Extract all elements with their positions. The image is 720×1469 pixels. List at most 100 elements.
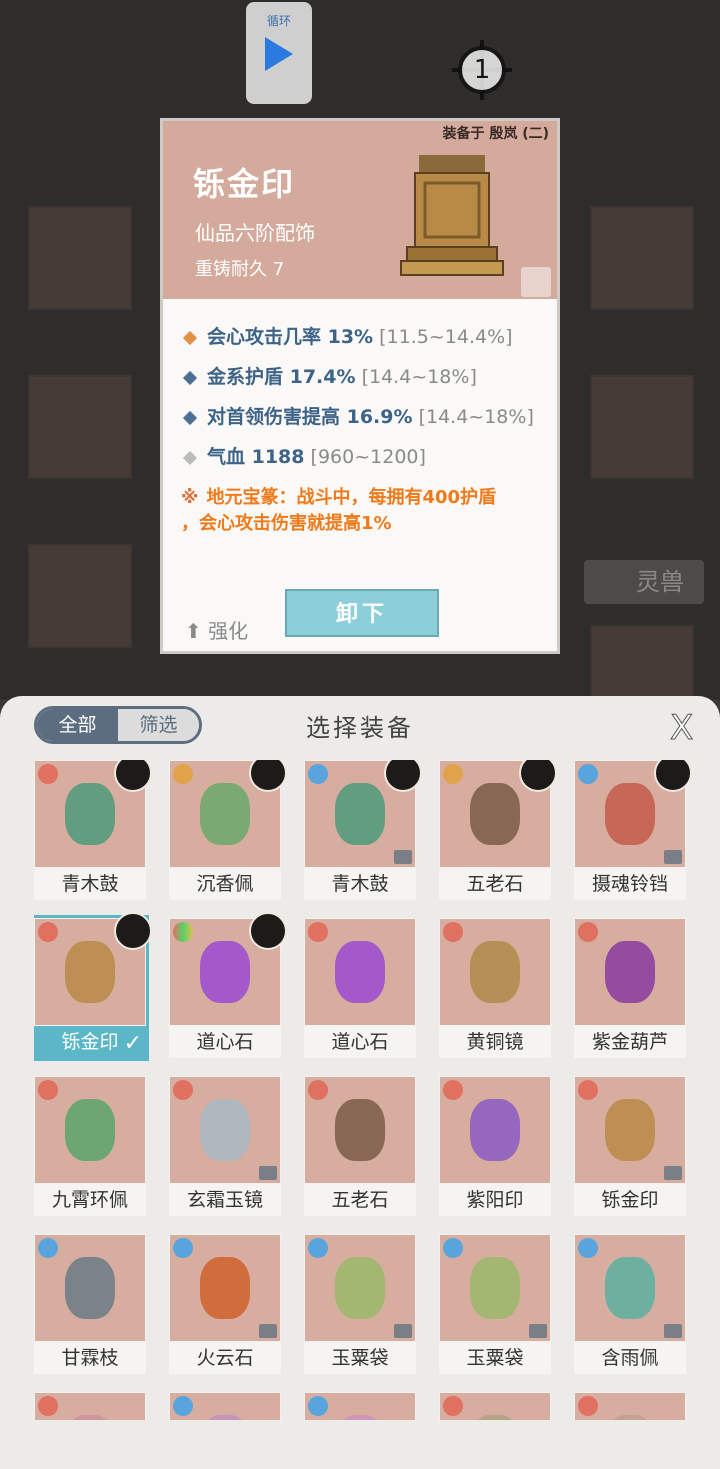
element-icon [578,1238,598,1258]
bg-equip-slot[interactable] [28,206,132,310]
element-icon [173,764,193,784]
target-icon[interactable]: 1 [452,40,512,100]
item-name: 道心石 [169,1026,281,1058]
item-name: 青木鼓 [304,868,416,900]
element-icon [443,1238,463,1258]
equipment-item[interactable] [34,1392,146,1420]
bg-equip-slot[interactable] [590,625,694,699]
equipment-item[interactable]: 五老石 [439,760,557,900]
equipment-item[interactable]: 摄魂铃铛 [574,760,692,900]
bg-equip-slot[interactable] [590,375,694,479]
item-name: 摄魂铃铛 [574,868,686,900]
play-icon [265,37,293,71]
item-image [335,1257,385,1319]
element-icon [443,922,463,942]
tag-icon [664,1166,682,1180]
item-image [65,1415,115,1420]
element-icon [443,1396,463,1416]
element-icon [173,1396,193,1416]
equipment-item[interactable]: 火云石 [169,1234,281,1374]
element-icon [38,764,58,784]
element-icon [308,1238,328,1258]
stat-row: 会心攻击几率 13% [11.5~14.4%] [181,317,549,357]
element-icon [308,922,328,942]
equipment-item[interactable] [439,1392,551,1420]
equipment-item[interactable]: 玉粟袋 [304,1234,416,1374]
equipment-item[interactable]: 紫金葫芦 [574,918,686,1058]
checkmark-icon: ✓ [123,1031,142,1056]
lingshou-button[interactable]: 灵兽 [584,560,704,604]
item-name: 五老石 [304,1184,416,1216]
equipment-item[interactable] [304,1392,416,1420]
equipment-item[interactable]: 玄霜玉镜 [169,1076,281,1216]
equipment-item[interactable]: 九霄环佩 [34,1076,146,1216]
stat-name: 会心攻击几率 13% [207,326,374,348]
diamond-icon [182,330,198,346]
item-name: 火云石 [169,1342,281,1374]
equipment-item[interactable]: 铄金印 [574,1076,686,1216]
loop-button[interactable]: 循环 [246,2,312,104]
bg-equip-slot[interactable] [28,544,132,648]
equipment-item[interactable]: 含雨佩 [574,1234,686,1374]
equipment-item[interactable]: 五老石 [304,1076,416,1216]
tag-icon[interactable] [521,267,551,297]
item-name: 九霄环佩 [34,1184,146,1216]
item-name: 黄铜镜 [439,1026,551,1058]
strengthen-button[interactable]: ⬆ 强化 [185,615,248,644]
tag-icon [664,1324,682,1338]
item-name: 甘霖枝 [34,1342,146,1374]
item-image [335,1415,385,1420]
item-recast: 重铸耐久 7 [195,259,285,280]
special-line-2: ，会心攻击伤害就提高1% [181,513,392,534]
stat-range: [14.4~18%] [418,406,534,428]
equipment-item[interactable] [574,1392,686,1420]
item-name: 紫阳印 [439,1184,551,1216]
item-image [470,783,520,845]
item-image [470,1099,520,1161]
item-name: 五老石 [439,868,551,900]
item-image [335,1099,385,1161]
item-image [470,941,520,1003]
close-icon[interactable]: X [669,708,693,749]
equipment-item[interactable] [169,1392,281,1420]
tag-icon [259,1324,277,1338]
unequip-button[interactable]: 卸下 [285,589,439,637]
stat-row: 金系护盾 17.4% [14.4~18%] [181,357,549,397]
element-icon [173,922,193,942]
item-image [200,941,250,1003]
equipment-item[interactable]: 青木鼓 [34,760,152,900]
element-icon [578,764,598,784]
item-name: 玉粟袋 [304,1342,416,1374]
equipment-item[interactable]: 青木鼓 [304,760,422,900]
bg-equip-slot[interactable] [590,206,694,310]
item-name: 铄金印 [193,165,296,203]
item-image [335,783,385,845]
equipment-item[interactable]: 玉粟袋 [439,1234,551,1374]
equipment-grid: 青木鼓 沉香佩 青木鼓 五老石 摄魂铃铛 铄金印 ✓ 道心石 道心石 黄铜镜 紫金葫芦 九霄环佩 玄霜玉… [34,760,694,1420]
item-image [335,941,385,1003]
equipment-item[interactable]: 紫阳印 [439,1076,551,1216]
stat-row: 对首领伤害提高 16.9% [14.4~18%] [181,397,549,437]
equipment-item[interactable]: 甘霖枝 [34,1234,146,1374]
stat-range: [960~1200] [310,446,426,468]
item-image [65,783,115,845]
owner-avatar [384,760,422,792]
item-image [470,1257,520,1319]
equipment-item[interactable]: 铄金印 ✓ [34,912,152,1061]
equipment-item[interactable]: 道心石 [304,918,416,1058]
item-name: 铄金印 [574,1184,686,1216]
item-name: 沉香佩 [169,868,281,900]
item-grade: 仙品六阶配饰 [195,221,315,245]
item-name: 玉粟袋 [439,1342,551,1374]
owner-avatar [114,912,152,950]
element-icon [173,1080,193,1100]
equipment-item[interactable]: 沉香佩 [169,760,287,900]
stat-name: 气血 1188 [207,446,305,468]
bg-equip-slot[interactable] [28,375,132,479]
tag-icon [664,850,682,864]
item-image [605,1415,655,1420]
owner-avatar [519,760,557,792]
equipment-item[interactable]: 黄铜镜 [439,918,551,1058]
element-icon [38,1080,58,1100]
equipment-item[interactable]: 道心石 [169,912,287,1058]
